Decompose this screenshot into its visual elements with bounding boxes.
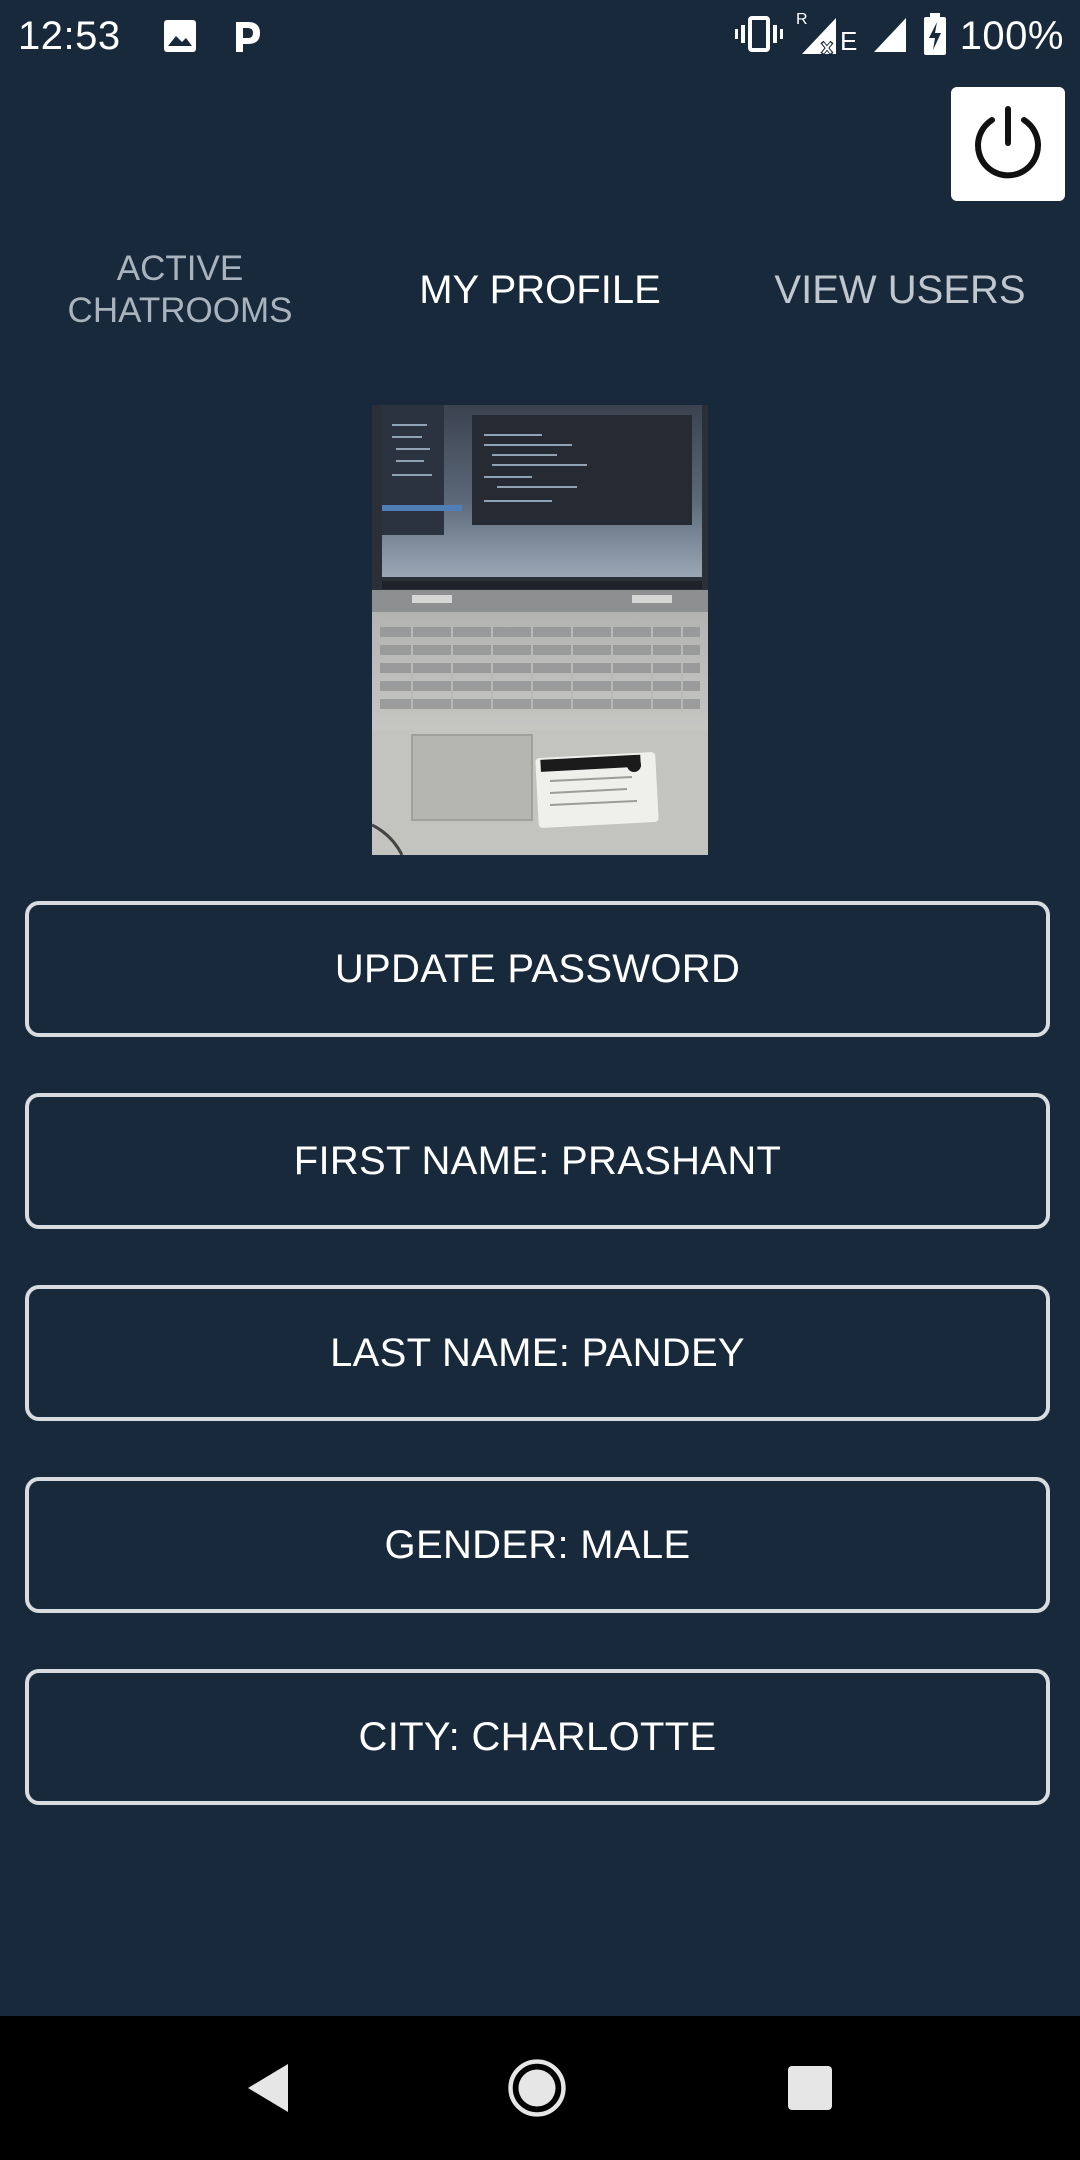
back-button[interactable] — [238, 2058, 298, 2118]
gender-button[interactable]: GENDER: MALE — [25, 1477, 1050, 1613]
status-bar: 12:53 R E 100% — [0, 0, 1080, 72]
logout-power-button[interactable] — [951, 87, 1065, 201]
signal-roaming-icon: R E — [796, 10, 858, 63]
recents-button[interactable] — [780, 2058, 840, 2118]
tab-my-profile[interactable]: MY PROFILE — [360, 220, 720, 360]
profile-photo[interactable] — [372, 405, 708, 855]
signal-icon — [870, 14, 910, 59]
svg-text:R: R — [796, 11, 808, 28]
battery-percent: 100% — [959, 14, 1064, 58]
last-name-button[interactable]: LAST NAME: PANDEY — [25, 1285, 1050, 1421]
status-time: 12:53 — [18, 14, 121, 58]
svg-text:E: E — [840, 26, 857, 56]
status-right: R E 100% — [734, 10, 1064, 62]
system-nav-bar — [0, 2016, 1080, 2160]
city-button[interactable]: CITY: CHARLOTTE — [25, 1669, 1050, 1805]
vibrate-icon — [734, 14, 784, 59]
tab-bar: ACTIVE CHATROOMS MY PROFILE VIEW USERS — [0, 220, 1080, 360]
tab-active-chatrooms[interactable]: ACTIVE CHATROOMS — [0, 220, 360, 360]
tab-view-users[interactable]: VIEW USERS — [720, 220, 1080, 360]
home-button[interactable] — [507, 2058, 567, 2118]
update-password-button[interactable]: UPDATE PASSWORD — [25, 901, 1050, 1037]
image-icon — [160, 16, 200, 56]
power-icon — [975, 106, 1041, 179]
p-app-icon — [226, 16, 266, 56]
battery-charging-icon — [922, 12, 948, 61]
profile-screen: 12:53 R E 100% ACTIVE CHATROOMS MY PROFI… — [0, 0, 1080, 2160]
back-icon — [248, 2064, 288, 2112]
first-name-button[interactable]: FIRST NAME: PRASHANT — [25, 1093, 1050, 1229]
home-icon — [508, 2059, 566, 2117]
recents-icon — [788, 2066, 832, 2110]
